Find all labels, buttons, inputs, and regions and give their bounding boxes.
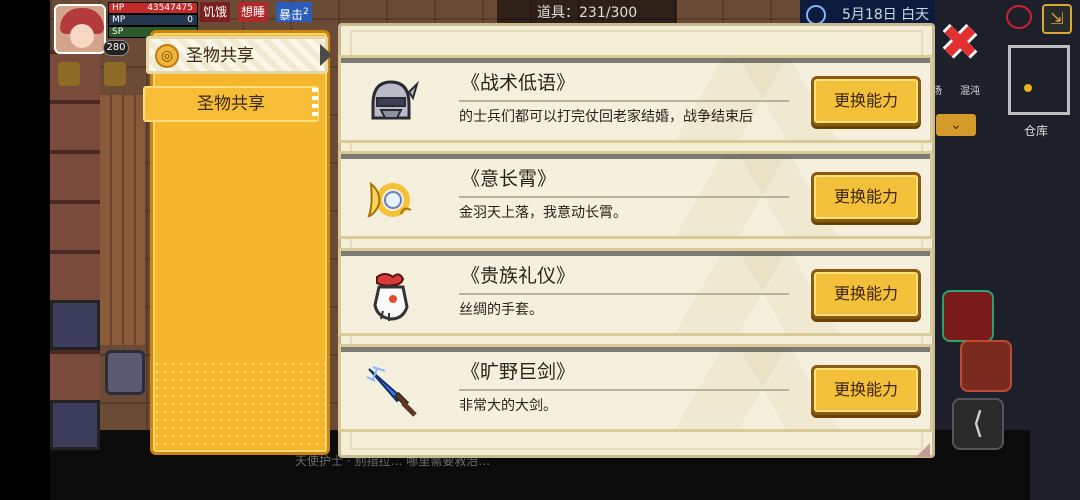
globe-icon[interactable] <box>1006 5 1032 29</box>
ability-divider <box>459 196 789 198</box>
background-wall <box>50 50 100 450</box>
location-tag: 混沌 <box>960 86 980 97</box>
exit-icon[interactable]: ⇲ <box>1042 4 1072 34</box>
player-level: 280 <box>103 40 129 56</box>
status-hunger-badge[interactable]: 饥饿 <box>200 2 231 22</box>
buff-icon[interactable] <box>58 62 80 86</box>
greatsword-icon <box>366 366 417 417</box>
swap-ability-button[interactable]: 更换能力 <box>811 172 921 222</box>
ability-description: 非常大的大剑。 <box>459 398 557 414</box>
minimap-player-marker <box>1024 84 1032 92</box>
sp-label: SP <box>112 27 124 37</box>
feather-ring-icon <box>367 181 412 218</box>
mp-value: 0 <box>187 15 193 25</box>
mp-label: MP <box>112 15 126 25</box>
knight-npc <box>105 350 145 395</box>
gem-skill-button[interactable] <box>942 290 994 342</box>
ability-name: 《意长霄》 <box>461 168 557 190</box>
player-avatar[interactable] <box>54 4 106 54</box>
hp-label: HP <box>112 3 125 13</box>
swap-ability-button[interactable]: 更换能力 <box>811 269 921 319</box>
warehouse-label[interactable]: 仓库 <box>1024 122 1048 139</box>
sun-icon <box>806 5 826 25</box>
ability-divider <box>459 389 789 391</box>
background-floor <box>100 95 145 345</box>
ability-card: 《旷野巨剑》 非常大的大剑。 更换能力 <box>338 344 933 432</box>
tab-header-label: 圣物共享 <box>186 46 254 66</box>
swap-ability-button[interactable]: 更换能力 <box>811 365 921 415</box>
chevron-down-icon[interactable]: ⌄ <box>936 114 976 136</box>
ability-divider <box>459 293 789 295</box>
background-door <box>50 400 100 450</box>
ability-name: 《贵族礼仪》 <box>461 265 576 287</box>
ability-name: 《旷野巨剑》 <box>461 361 576 383</box>
crate-skill-button[interactable] <box>960 340 1012 392</box>
minimap[interactable] <box>1008 45 1070 115</box>
ability-card: 《战术低语》 的士兵们都可以打完仗回老家结婚，战争结束后 更换能力 <box>338 55 933 143</box>
ability-description: 的士兵们都可以打完仗回老家结婚，战争结束后 <box>459 109 753 125</box>
helmet-icon <box>371 80 419 120</box>
bow-attack-button[interactable]: ⟨ <box>952 398 1004 450</box>
ability-card: 《意长霄》 金羽天上落，我意动长霄。 更换能力 <box>338 151 933 239</box>
ability-description: 丝绸的手套。 <box>459 302 543 318</box>
hp-value: 43547475 <box>147 3 193 13</box>
relic-icon: ◎ <box>155 44 179 68</box>
status-crit-badge[interactable]: 暴击2 <box>276 2 312 22</box>
background-door <box>50 300 100 350</box>
avatar-face <box>70 24 94 48</box>
hp-bar: HP 43547475 <box>108 2 198 14</box>
ability-description: 金羽天上落，我意动长霄。 <box>459 205 627 221</box>
tab-panel-pattern <box>153 360 327 452</box>
ability-divider <box>459 100 789 102</box>
game-screen: 天使护士 · 别指拉… 哪里需要救治… HP 43547475 MP 0 SP … <box>0 0 1080 500</box>
status-crit-count: 2 <box>303 7 309 17</box>
swap-ability-button[interactable]: 更换能力 <box>811 76 921 126</box>
ability-name: 《战术低语》 <box>461 72 576 94</box>
ability-card: 《贵族礼仪》 丝绸的手套。 更换能力 <box>338 248 933 336</box>
status-crit-label: 暴击 <box>279 8 304 22</box>
status-sleep-badge[interactable]: 想睡 <box>238 2 269 22</box>
flame-icon[interactable] <box>104 62 126 86</box>
mp-bar: MP 0 <box>108 14 198 26</box>
tab-relic-share-label: 圣物共享 <box>197 94 265 114</box>
close-icon[interactable]: ✖ <box>938 19 982 65</box>
glove-icon <box>373 273 409 321</box>
tab-edge-decoration <box>312 88 318 120</box>
